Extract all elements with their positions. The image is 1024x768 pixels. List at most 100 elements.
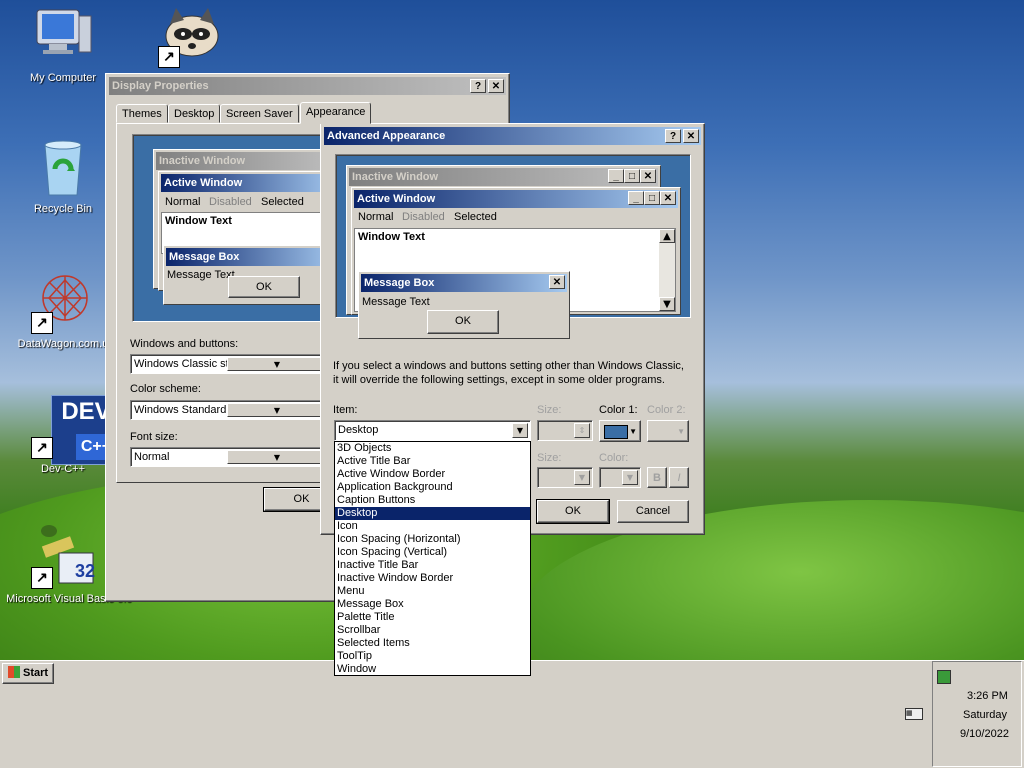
- preview-active-title: Active Window _ □ ✕: [354, 190, 678, 208]
- preview-message-box-title: Message Box: [166, 248, 340, 266]
- desktop-icon-visual-basic[interactable]: 32 ↗ Microsoft Visual Basic 6.0: [6, 525, 132, 605]
- clock-time[interactable]: 3:26 PM: [967, 690, 1008, 702]
- visual-basic-icon: 32 ↗: [31, 525, 95, 589]
- item-dropdown-list[interactable]: 3D Objects Active Title Bar Active Windo…: [334, 441, 531, 676]
- chevron-down-icon: ▼: [677, 427, 685, 436]
- advanced-info-line-1: If you select a windows and buttons sett…: [333, 360, 684, 372]
- advanced-preview: Inactive Window _ □ ✕ Active Window _ □ …: [335, 154, 691, 339]
- computer-icon: [31, 4, 95, 68]
- list-item[interactable]: Menu: [335, 585, 530, 598]
- preview-scrollbar: ▲ ▼: [659, 229, 675, 311]
- preview-menu-disabled: Disabled: [402, 211, 445, 223]
- color-scheme-label: Color scheme:: [130, 383, 201, 395]
- advanced-cancel-button[interactable]: Cancel: [617, 500, 689, 523]
- color2-button: ▼: [647, 420, 689, 442]
- vb-icon-text: 32: [75, 561, 96, 581]
- display-properties-titlebar[interactable]: Display Properties ? ✕: [109, 77, 506, 95]
- close-button[interactable]: ✕: [488, 79, 504, 93]
- item-label: Item:: [333, 404, 358, 416]
- window-title: Advanced Appearance: [327, 130, 446, 142]
- start-label: Start: [23, 667, 49, 679]
- tab-screen-saver[interactable]: Screen Saver: [220, 104, 299, 123]
- desktop-icon-raccoon[interactable]: ↗: [135, 4, 245, 72]
- raccoon-icon: ↗: [158, 4, 222, 68]
- help-button[interactable]: ?: [470, 79, 486, 93]
- desktop-icon-dev-cpp[interactable]: DEV C++ ↗ Dev-C++: [8, 395, 121, 475]
- list-item[interactable]: Icon Spacing (Vertical): [335, 546, 530, 559]
- maximize-icon: □: [624, 169, 640, 183]
- size-label: Size:: [537, 404, 562, 416]
- list-item[interactable]: Icon Spacing (Horizontal): [335, 533, 530, 546]
- preview-message-box: Message Box Message Text OK: [163, 245, 343, 305]
- desktop-icon-datawagon[interactable]: ↗ DataWagon.com.u: [8, 270, 118, 350]
- desktop-icon-recycle-bin[interactable]: Recycle Bin: [8, 135, 118, 215]
- list-item[interactable]: Inactive Window Border: [335, 572, 530, 585]
- list-item[interactable]: Inactive Title Bar: [335, 559, 530, 572]
- list-item[interactable]: Scrollbar: [335, 624, 530, 637]
- network-tray-icon[interactable]: [937, 670, 951, 684]
- tab-themes[interactable]: Themes: [116, 104, 168, 123]
- desktop-icon-label: My Computer: [29, 72, 97, 84]
- preview-inactive-title: Inactive Window: [156, 152, 340, 170]
- list-item[interactable]: Active Title Bar: [335, 455, 530, 468]
- preview-ok-button: OK: [228, 276, 300, 298]
- advanced-info-line-2: it will override the following settings,…: [333, 374, 665, 386]
- list-item[interactable]: Selected Items: [335, 637, 530, 650]
- color1-button[interactable]: ▼: [599, 420, 641, 442]
- color1-label: Color 1:: [599, 404, 638, 416]
- tab-desktop[interactable]: Desktop: [168, 104, 221, 123]
- preview-menu-selected: Selected: [454, 211, 497, 223]
- help-button[interactable]: ?: [665, 129, 681, 143]
- chevron-down-icon[interactable]: ▼: [227, 403, 327, 417]
- preview-message-text: Message Text: [362, 296, 430, 308]
- windows-buttons-label: Windows and buttons:: [130, 338, 239, 350]
- chevron-down-icon[interactable]: ▼: [227, 450, 327, 464]
- shortcut-arrow-icon: ↗: [31, 437, 53, 459]
- font-size-value: Normal: [134, 451, 170, 463]
- minimize-icon: _: [608, 169, 624, 183]
- list-item[interactable]: 3D Objects: [335, 442, 530, 455]
- shortcut-arrow-icon: ↗: [158, 46, 180, 68]
- close-icon: ✕: [660, 191, 676, 205]
- chevron-down-icon[interactable]: ▼: [512, 423, 528, 438]
- scroll-up-icon: ▲: [659, 229, 675, 243]
- preview-window-text: Window Text: [165, 215, 232, 227]
- preview-menu-normal: Normal: [165, 196, 201, 208]
- advanced-ok-button[interactable]: OK: [536, 499, 610, 524]
- chevron-down-icon: ▼: [574, 470, 590, 485]
- list-item[interactable]: Active Window Border: [335, 468, 530, 481]
- color-scheme-select[interactable]: Windows Standard ▼: [130, 400, 330, 420]
- list-item[interactable]: Caption Buttons: [335, 494, 530, 507]
- list-item[interactable]: Message Box: [335, 598, 530, 611]
- network-icon: ↗: [31, 270, 95, 334]
- list-item[interactable]: Icon: [335, 520, 530, 533]
- advanced-appearance-titlebar[interactable]: Advanced Appearance ? ✕: [324, 127, 701, 145]
- keyboard-icon[interactable]: ▦: [905, 708, 923, 720]
- spinner-arrows-icon: ⇕: [574, 423, 590, 438]
- window-title: Display Properties: [112, 80, 209, 92]
- chevron-down-icon[interactable]: ▼: [227, 357, 327, 371]
- list-item[interactable]: ToolTip: [335, 650, 530, 663]
- desktop-icon-label: Recycle Bin: [33, 203, 93, 215]
- close-button[interactable]: ✕: [683, 129, 699, 143]
- item-select[interactable]: Desktop ▼: [334, 420, 531, 441]
- tab-appearance[interactable]: Appearance: [300, 102, 372, 124]
- windows-buttons-select[interactable]: Windows Classic st ▼: [130, 354, 330, 374]
- windows-buttons-value: Windows Classic st: [134, 358, 229, 370]
- start-button[interactable]: Start: [2, 663, 54, 684]
- bold-button: B: [647, 467, 667, 488]
- font-size-select[interactable]: Normal ▼: [130, 447, 330, 467]
- list-item[interactable]: Application Background: [335, 481, 530, 494]
- color2-label: Color 2:: [647, 404, 686, 416]
- list-item-selected[interactable]: Desktop: [335, 507, 530, 520]
- recycle-bin-icon: [31, 135, 95, 199]
- list-item[interactable]: Palette Title: [335, 611, 530, 624]
- chevron-down-icon: ▼: [629, 427, 637, 436]
- taskbar: Start ▦ 3:26 PM Saturday 9/10/2022: [0, 660, 1024, 768]
- clock-date: 9/10/2022: [960, 728, 1009, 740]
- desktop-icon-my-computer[interactable]: My Computer: [8, 4, 118, 84]
- color-scheme-value: Windows Standard: [134, 404, 227, 416]
- preview-menu-selected: Selected: [261, 196, 304, 208]
- list-item[interactable]: Window: [335, 663, 530, 676]
- italic-button: I: [669, 467, 689, 488]
